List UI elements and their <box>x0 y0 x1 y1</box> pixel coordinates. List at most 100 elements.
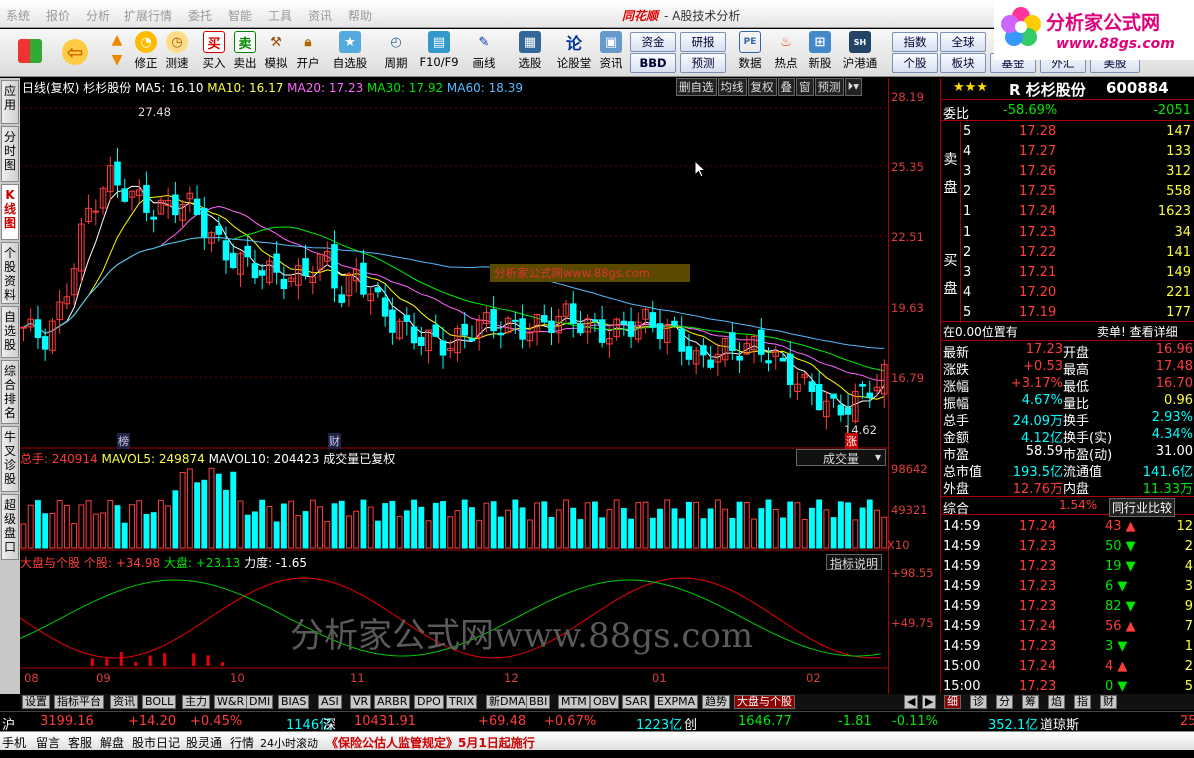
indicator-tab[interactable]: 大盘与个股 <box>734 695 795 709</box>
up-down-icon[interactable]: ▲ ▼ <box>104 31 130 75</box>
indicator-tab[interactable]: SAR <box>622 695 651 709</box>
detail-tab[interactable]: 细 <box>944 695 961 709</box>
indicator-tab[interactable]: BOLL <box>142 695 177 709</box>
tab-profile[interactable]: 个股资料 <box>1 242 19 304</box>
detail-tab[interactable]: 焰 <box>1048 695 1065 709</box>
indicator-tab[interactable]: 新DMA <box>486 695 529 709</box>
menu-trade[interactable]: 委托 <box>188 7 212 24</box>
menu-ext-quote[interactable]: 扩展行情 <box>124 7 172 24</box>
btn-global[interactable]: 全球 <box>940 32 986 52</box>
indicator-tab[interactable]: BBI <box>526 695 551 709</box>
volume-bar <box>874 509 880 549</box>
toolbar-shhk[interactable]: SH 沪港通 <box>840 31 880 75</box>
btn-predict[interactable]: 预测 <box>814 78 844 96</box>
indicator-tab[interactable]: OBV <box>590 695 620 709</box>
btn-forecast[interactable]: 预测 <box>680 53 726 73</box>
kline-chart-area[interactable]: 日线(复权) 杉杉股份 MA5: 16.10 MA10: 16.17 MA20:… <box>20 78 888 694</box>
scroll-right-icon[interactable]: ▶ <box>922 695 937 709</box>
indicator-tab[interactable]: ARBR <box>374 695 411 709</box>
tab-apps[interactable]: 应用 <box>1 80 19 124</box>
tab-watchlist[interactable]: 自选股 <box>1 306 19 358</box>
indicator-tab[interactable]: 设置 <box>22 695 50 709</box>
tab-kline[interactable]: K线图 <box>1 184 19 240</box>
indicator-tab[interactable]: DMI <box>246 695 274 709</box>
status-scroll[interactable]: 24小时滚动 <box>260 735 318 751</box>
menu-quote[interactable]: 报价 <box>46 7 70 24</box>
industry-compare-button[interactable]: 同行业比较 <box>1109 498 1176 517</box>
tab-timeshare[interactable]: 分时图 <box>1 126 19 182</box>
indicator-tab[interactable]: MTM <box>558 695 590 709</box>
indicator-help-button[interactable]: 指标说明 <box>826 554 883 571</box>
toolbar-forum[interactable]: 论论股堂 <box>554 31 594 75</box>
btn-overlay[interactable]: 叠 <box>777 78 795 96</box>
chart-menu-icon[interactable]: ⏵▾ <box>844 78 863 96</box>
detail-tab[interactable]: 分 <box>996 695 1013 709</box>
toolbar-stock-pick[interactable]: ▦ 选股 <box>512 31 548 75</box>
toolbar-fix[interactable]: ◔ 修正 <box>132 31 160 75</box>
toolbar-period[interactable]: ◴ 周期 <box>378 31 414 75</box>
indicator-tab[interactable]: BIAS <box>278 695 310 709</box>
toolbar-open-account[interactable]: 🔒︎ 开户 <box>294 31 322 75</box>
toolbar-draw[interactable]: ✎ 画线 <box>466 31 502 75</box>
btn-index[interactable]: 指数 <box>892 32 938 52</box>
btn-research[interactable]: 研报 <box>680 32 726 52</box>
toolbar-hotspot[interactable]: ♨ 热点 <box>772 31 800 75</box>
btn-funds[interactable]: 资金 <box>630 32 676 52</box>
status-market[interactable]: 行情 <box>230 734 254 751</box>
detail-tab[interactable]: 诊 <box>970 695 987 709</box>
indicator-tab[interactable]: TRIX <box>446 695 478 709</box>
indicator-tab[interactable]: DPO <box>414 695 444 709</box>
tab-diagnose[interactable]: 牛叉诊股 <box>1 426 19 492</box>
toolbar-data[interactable]: PE 数据 <box>736 31 764 75</box>
mark-rank[interactable]: 榜 <box>117 433 130 449</box>
menu-news[interactable]: 资讯 <box>308 7 332 24</box>
btn-adjust[interactable]: 复权 <box>747 78 777 96</box>
indicator-tab[interactable]: EXPMA <box>654 695 699 709</box>
toolbar-speedtest[interactable]: ◷ 测速 <box>163 31 191 75</box>
toolbar-ipo[interactable]: ⊞ 新股 <box>806 31 834 75</box>
status-message[interactable]: 留言 <box>36 734 60 751</box>
indicator-tab[interactable]: 资讯 <box>110 695 138 709</box>
btn-window[interactable]: 窗 <box>796 78 814 96</box>
menu-system[interactable]: 系统 <box>6 7 30 24</box>
detail-tab[interactable]: 财 <box>1100 695 1117 709</box>
back-icon[interactable]: ⇦ <box>60 31 90 75</box>
menu-help[interactable]: 帮助 <box>348 7 372 24</box>
indicator-tab[interactable]: 趋势 <box>702 695 730 709</box>
btn-sector[interactable]: 板块 <box>940 53 986 73</box>
btn-ma[interactable]: 均线 <box>717 78 747 96</box>
detail-tab[interactable]: 筹 <box>1022 695 1039 709</box>
btn-del-watchlist[interactable]: 删自选 <box>676 78 717 96</box>
scroll-left-icon[interactable]: ◀ <box>904 695 919 709</box>
status-mobile[interactable]: 手机 <box>2 734 26 751</box>
status-diary[interactable]: 股市日记 <box>132 734 180 751</box>
status-analysis[interactable]: 解盘 <box>100 734 124 751</box>
tab-ranking[interactable]: 综合排名 <box>1 360 19 424</box>
menu-tools[interactable]: 工具 <box>268 7 292 24</box>
toolbar-buy[interactable]: 买买入 <box>200 31 228 75</box>
status-news-ticker[interactable]: 《保险公估人监管规定》5月1日起施行 <box>326 734 535 751</box>
toolbar-simulate[interactable]: ⚒ 模拟 <box>262 31 290 75</box>
indicator-tab[interactable]: ASI <box>318 695 342 709</box>
indicator-tab[interactable]: W&R <box>214 695 248 709</box>
tab-super-panel[interactable]: 超级盘口 <box>1 494 19 560</box>
indicator-tab[interactable]: 主力 <box>182 695 210 709</box>
toolbar-f10[interactable]: ▤ F10/F9 <box>418 31 460 75</box>
btn-stock[interactable]: 个股 <box>892 53 938 73</box>
volume-dropdown[interactable]: 成交量 ▾ <box>796 449 886 466</box>
toolbar-news[interactable]: ▣ 资讯 <box>597 31 625 75</box>
indicator-tab[interactable]: 指标平台 <box>54 695 104 709</box>
toolbar-sell[interactable]: 卖卖出 <box>231 31 259 75</box>
status-service[interactable]: 客服 <box>68 734 92 751</box>
detail-link[interactable]: 卖单! 查看详细 <box>1097 323 1178 340</box>
mark-rise[interactable]: 涨 <box>845 433 858 449</box>
toolbar-watchlist[interactable]: ★ 自选股 <box>330 31 370 75</box>
menu-smart[interactable]: 智能 <box>228 7 252 24</box>
indicator-tab[interactable]: VR <box>350 695 372 709</box>
detail-tab[interactable]: 指 <box>1074 695 1091 709</box>
mark-finance[interactable]: 财 <box>328 433 341 449</box>
layout-icon[interactable] <box>16 31 44 75</box>
status-guling[interactable]: 股灵通 <box>186 734 222 751</box>
btn-bbd[interactable]: BBD <box>630 53 676 73</box>
menu-analysis[interactable]: 分析 <box>86 7 110 24</box>
